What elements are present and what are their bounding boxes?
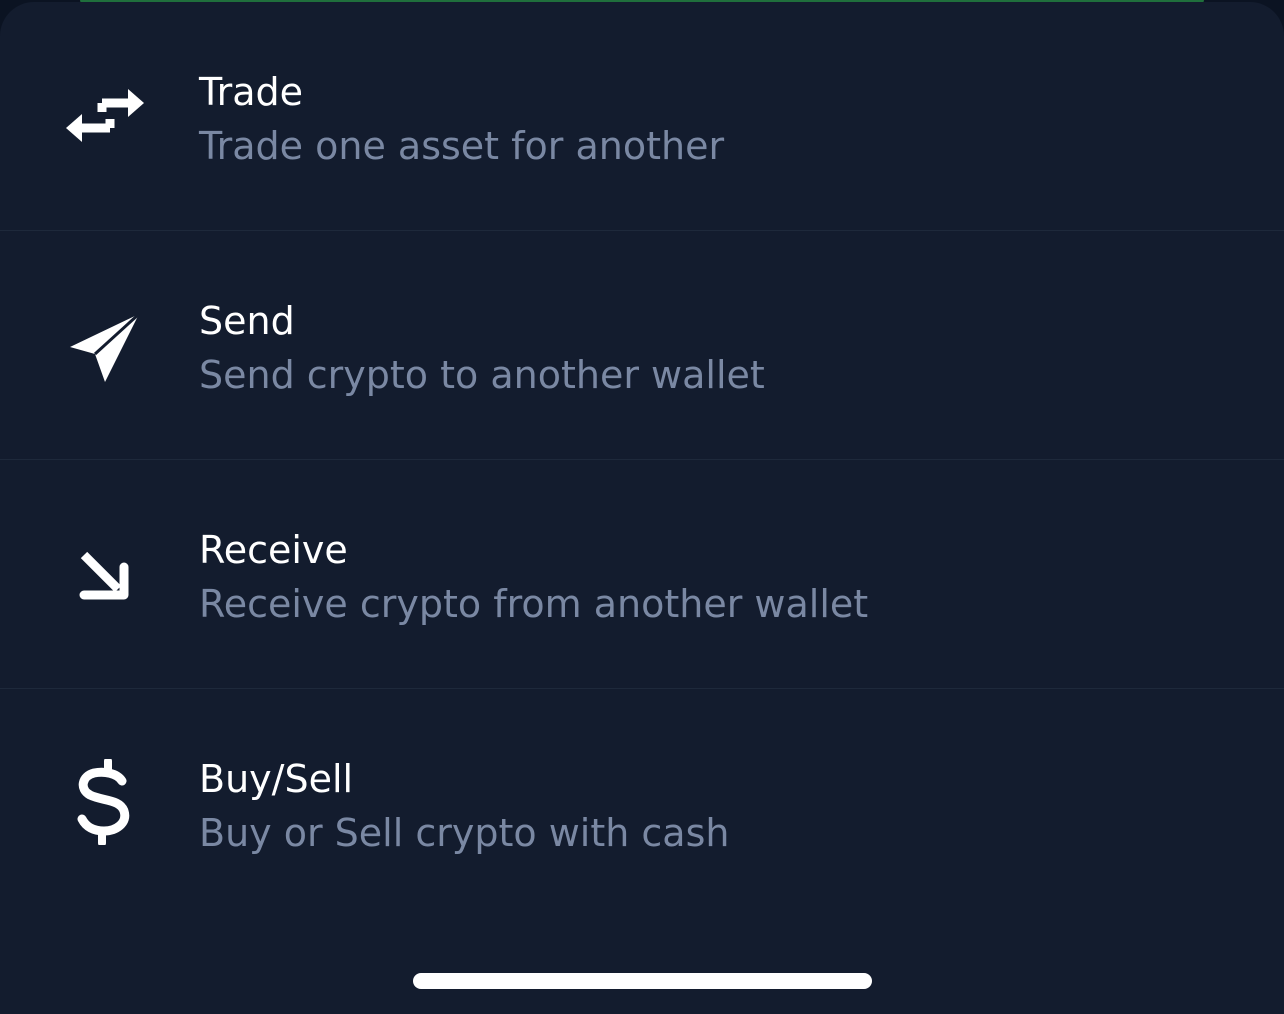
buy-sell-title: Buy/Sell [199, 757, 354, 801]
trade-subtitle: Trade one asset for another [199, 124, 725, 168]
receive-action-row[interactable]: Receive Receive crypto from another wall… [0, 460, 1284, 689]
trade-title: Trade [199, 70, 304, 114]
send-action-row[interactable]: Send Send crypto to another wallet [0, 231, 1284, 460]
buy-sell-action-row[interactable]: Buy/Sell Buy or Sell crypto with cash [0, 689, 1284, 918]
buy-sell-subtitle: Buy or Sell crypto with cash [199, 811, 730, 855]
receive-arrow-icon [62, 533, 148, 619]
receive-title: Receive [199, 528, 348, 572]
send-subtitle: Send crypto to another wallet [199, 353, 765, 397]
send-paper-plane-icon [62, 304, 148, 390]
trade-action-row[interactable]: Trade Trade one asset for another [0, 2, 1284, 231]
swap-arrows-icon [62, 62, 148, 148]
receive-subtitle: Receive crypto from another wallet [199, 582, 869, 626]
action-sheet: Trade Trade one asset for another Send S… [0, 2, 1284, 1014]
send-title: Send [199, 299, 295, 343]
dollar-sign-icon [62, 759, 148, 845]
home-indicator[interactable] [413, 973, 872, 989]
